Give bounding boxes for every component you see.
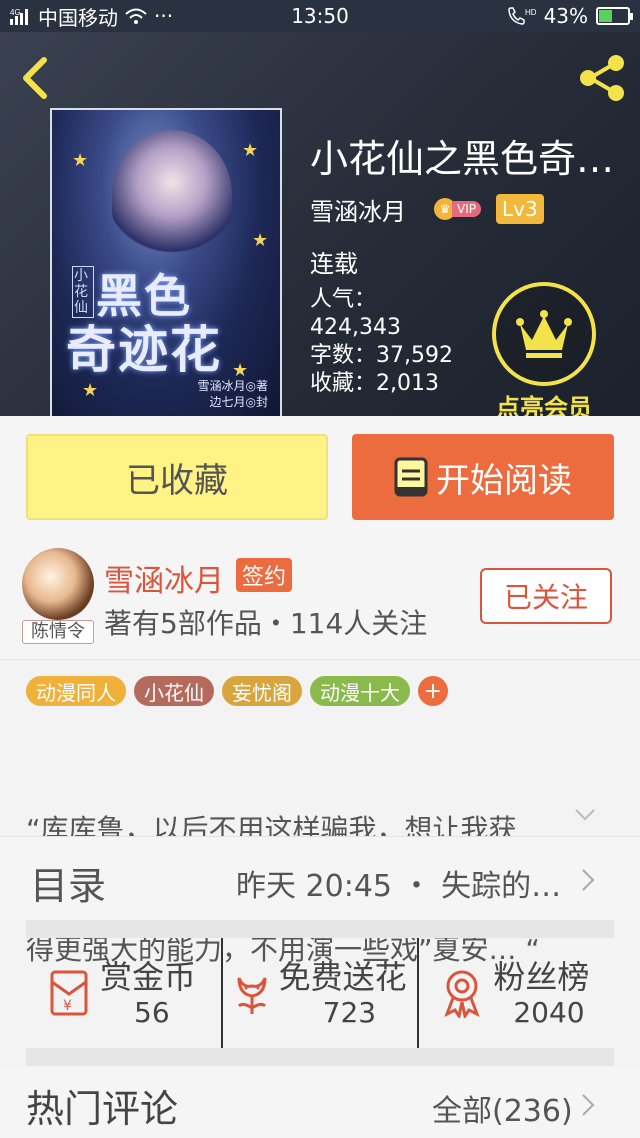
action-bar: 已收藏 开始阅读 [0, 416, 640, 536]
reward-flowers-value: 723 [322, 996, 377, 1029]
reward-flowers-label: 免费送花 [278, 958, 407, 996]
cover-author-line1: 雪涵冰月◎著 [197, 379, 268, 393]
latest-chapter: 昨天 20:45 ・ 失踪的… [236, 869, 562, 904]
author-name[interactable]: 雪涵冰月 [104, 556, 224, 600]
toc-label: 目录 [30, 864, 107, 908]
book-author[interactable]: 雪涵冰月 [310, 192, 406, 227]
tag-list: 动漫同人 小花仙 妄忧阁 动漫十大 + [26, 676, 448, 706]
popularity-value: 424,343 [310, 315, 401, 340]
member-label[interactable]: 点亮会员 [478, 388, 610, 416]
status-right: HD 43% [423, 4, 634, 28]
all-comments-link[interactable]: 全部(236) [432, 1086, 573, 1130]
crown-icon [516, 310, 572, 358]
section-divider [26, 920, 614, 938]
hot-comments-header: 热门评论 全部(236) [0, 1066, 640, 1138]
reward-fans-label: 粉丝榜 [493, 958, 590, 996]
cover-author-line2: 边七月◎封 [209, 395, 268, 409]
status-dots: ··· [154, 4, 174, 28]
hd-call-icon: HD [507, 7, 536, 25]
tag-item[interactable]: 动漫十大 [310, 676, 410, 706]
follow-button[interactable]: 已关注 [480, 568, 612, 624]
author-meta: 著有5部作品・114人关注 [104, 607, 428, 640]
level-badge: Lv3 [496, 194, 544, 224]
hot-comments-title: 热门评论 [26, 1087, 179, 1131]
status-left: 4G 中国移动 ··· [10, 2, 217, 31]
reward-coins[interactable]: ¥ 赏金币 56 [26, 938, 221, 1048]
word-count: 字数：37,592 [310, 343, 453, 368]
reward-fans[interactable]: 粉丝榜 2040 [417, 938, 614, 1048]
share-icon[interactable] [576, 52, 628, 104]
chevron-down-icon[interactable] [574, 808, 596, 822]
svg-text:¥: ¥ [63, 998, 72, 1014]
cover-title-line2: 奇迹花 [66, 320, 222, 379]
reward-flowers[interactable]: 免费送花 723 [220, 938, 418, 1048]
status-bar: 4G 中国移动 ··· 13:50 HD 43% [0, 0, 640, 32]
book-header: ★ ★ ★ ★ ★ 小花仙 黑色 奇迹花 雪涵冰月◎著 边七月◎封 小花仙之黑色… [0, 32, 640, 416]
signal-icon: 4G [10, 8, 28, 25]
avatar-tag: 陈情令 [22, 620, 94, 644]
flower-icon [237, 977, 267, 1014]
serial-status: 连载 [310, 250, 358, 278]
signed-badge: 签约 [236, 558, 293, 592]
vip-label: VIP [452, 201, 481, 217]
chevron-right-icon[interactable] [580, 1092, 596, 1118]
carrier-label: 中国移动 [38, 5, 118, 30]
cover-illustration [112, 130, 232, 260]
start-reading-button[interactable]: 开始阅读 [352, 434, 614, 520]
book-title: 小花仙之黑色奇… [310, 137, 615, 181]
reward-coins-value: 56 [134, 996, 170, 1029]
clock: 13:50 [291, 4, 349, 28]
medal-icon [444, 970, 481, 1018]
book-cover[interactable]: ★ ★ ★ ★ ★ 小花仙 黑色 奇迹花 雪涵冰月◎著 边七月◎封 [50, 108, 282, 416]
tag-item[interactable]: 妄忧阁 [222, 676, 302, 706]
battery-icon [596, 7, 634, 25]
reward-coins-label: 赏金币 [100, 958, 197, 996]
svg-text:HD: HD [525, 8, 536, 17]
vip-badge: ♛ VIP [434, 198, 481, 220]
back-arrow-icon[interactable] [16, 54, 56, 102]
table-of-contents-row[interactable]: 目录 昨天 20:45 ・ 失踪的… [0, 836, 640, 920]
tag-item[interactable]: 动漫同人 [26, 676, 126, 706]
member-button[interactable] [492, 282, 596, 386]
red-envelope-icon: ¥ [50, 970, 88, 1016]
cover-credits: 雪涵冰月◎著 边七月◎封 [198, 378, 268, 410]
tag-item[interactable]: 小花仙 [134, 676, 214, 706]
reward-bar: ¥ 赏金币 56 免费送花 723 粉丝榜 2040 [26, 938, 614, 1048]
more-tags-button[interactable]: + [418, 676, 448, 706]
popularity-label: 人气： [310, 287, 377, 312]
svg-text:4G: 4G [10, 8, 21, 17]
battery-percent: 43% [543, 4, 589, 28]
avatar[interactable] [22, 548, 94, 620]
favorited-button[interactable]: 已收藏 [26, 434, 328, 520]
author-card: 陈情令 雪涵冰月 签约 著有5部作品・114人关注 已关注 [0, 536, 640, 660]
start-reading-label: 开始阅读 [436, 460, 572, 501]
section-divider [26, 1048, 614, 1066]
book-stats: 人气： 424,343 字数：37,592 收藏：2,013 [310, 286, 453, 398]
reward-fans-value: 2040 [513, 996, 585, 1029]
book-icon [394, 457, 428, 497]
favorite-count: 收藏：2,013 [310, 371, 439, 396]
wifi-icon [125, 8, 147, 24]
chevron-right-icon [582, 869, 595, 891]
